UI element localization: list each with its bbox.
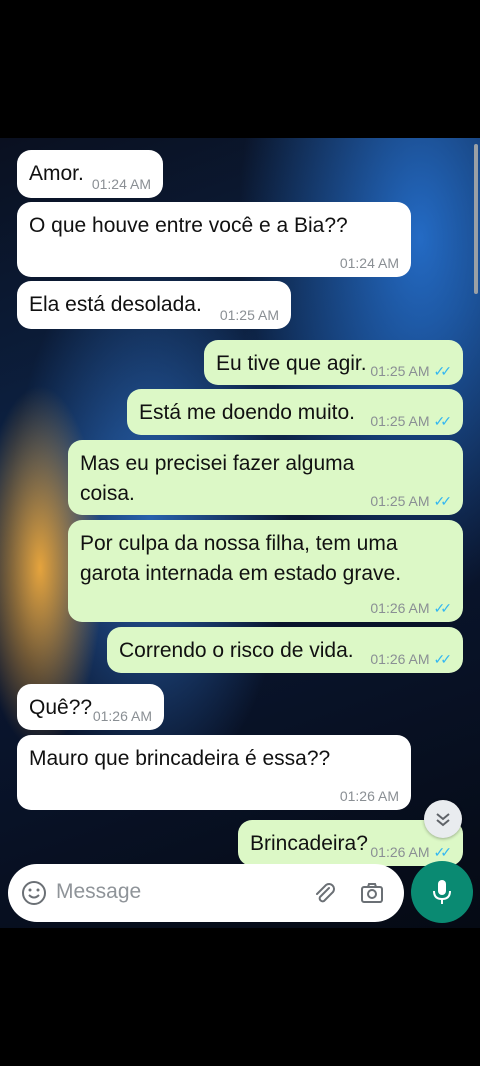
read-tick-icon: ✓✓ bbox=[433, 651, 453, 667]
scroll-to-bottom-button[interactable] bbox=[424, 800, 462, 838]
message-bubble[interactable]: Mauro que brincadeira é essa?? 01:26 AM bbox=[17, 735, 411, 810]
message-bubble[interactable]: Eu tive que agir. 01:25 AM ✓✓ bbox=[204, 340, 463, 385]
message-input[interactable]: Message bbox=[56, 880, 141, 904]
message-bubble[interactable]: Está me doendo muito. 01:25 AM ✓✓ bbox=[127, 389, 463, 435]
message-text: Mauro que brincadeira é essa?? bbox=[29, 747, 331, 770]
message-time: 01:25 AM bbox=[219, 307, 279, 323]
message-composer[interactable]: Message bbox=[8, 864, 404, 922]
message-text: Ela está desolada. bbox=[29, 293, 202, 316]
message-time: 01:24 AM bbox=[339, 255, 399, 271]
message-text: Correndo o risco de vida. bbox=[119, 639, 354, 662]
message-time: 01:26 AM bbox=[370, 600, 430, 616]
message-time: 01:25 AM bbox=[370, 363, 430, 379]
message-time-wrap: 01:25 AM ✓✓ bbox=[370, 493, 453, 509]
message-time: 01:26 AM bbox=[92, 708, 152, 724]
message-time: 01:24 AM bbox=[91, 176, 151, 192]
message-text: Por culpa da nossa filha, tem uma garota… bbox=[80, 532, 402, 585]
message-bubble[interactable]: Amor. 01:24 AM bbox=[17, 150, 163, 198]
message-time: 01:26 AM bbox=[370, 651, 430, 667]
message-time: 01:25 AM bbox=[370, 493, 430, 509]
message-text: Eu tive que agir. bbox=[216, 352, 367, 375]
message-text: Está me doendo muito. bbox=[139, 401, 355, 424]
microphone-icon bbox=[433, 880, 451, 904]
message-time: 01:26 AM bbox=[339, 788, 399, 804]
scrollbar[interactable] bbox=[474, 144, 478, 294]
voice-record-button[interactable] bbox=[411, 861, 473, 923]
chevron-double-down-icon bbox=[436, 813, 450, 827]
chat-area[interactable]: Amor. 01:24 AM O que houve entre você e … bbox=[0, 138, 480, 928]
message-bubble[interactable]: Por culpa da nossa filha, tem uma garota… bbox=[68, 520, 463, 622]
paperclip-icon[interactable] bbox=[308, 877, 340, 909]
message-text: O que houve entre você e a Bia?? bbox=[29, 214, 348, 237]
read-tick-icon: ✓✓ bbox=[433, 600, 453, 616]
message-time-wrap: 01:26 AM ✓✓ bbox=[370, 844, 453, 860]
message-time: 01:25 AM bbox=[370, 413, 430, 429]
message-time-wrap: 01:26 AM ✓✓ bbox=[370, 600, 453, 616]
message-bubble[interactable]: Mas eu precisei fazer alguma coisa. 01:2… bbox=[68, 440, 463, 515]
read-tick-icon: ✓✓ bbox=[433, 363, 453, 379]
message-bubble[interactable]: Ela está desolada. 01:25 AM bbox=[17, 281, 291, 329]
message-text: Mas eu precisei fazer alguma coisa. bbox=[80, 452, 355, 505]
message-text: Quê?? bbox=[29, 696, 93, 719]
message-time-wrap: 01:25 AM ✓✓ bbox=[370, 413, 453, 429]
message-time: 01:26 AM bbox=[370, 844, 430, 860]
message-bubble[interactable]: Quê?? 01:26 AM bbox=[17, 684, 164, 730]
message-text: Brincadeira? bbox=[250, 832, 368, 855]
message-time-wrap: 01:25 AM ✓✓ bbox=[370, 363, 453, 379]
read-tick-icon: ✓✓ bbox=[433, 413, 453, 429]
emoji-icon[interactable] bbox=[18, 877, 50, 909]
read-tick-icon: ✓✓ bbox=[433, 844, 453, 860]
read-tick-icon: ✓✓ bbox=[433, 493, 453, 509]
camera-icon[interactable] bbox=[356, 877, 388, 909]
message-time-wrap: 01:26 AM ✓✓ bbox=[370, 651, 453, 667]
message-bubble[interactable]: Correndo o risco de vida. 01:26 AM ✓✓ bbox=[107, 627, 463, 673]
message-bubble[interactable]: O que houve entre você e a Bia?? 01:24 A… bbox=[17, 202, 411, 277]
message-text: Amor. bbox=[29, 162, 84, 185]
